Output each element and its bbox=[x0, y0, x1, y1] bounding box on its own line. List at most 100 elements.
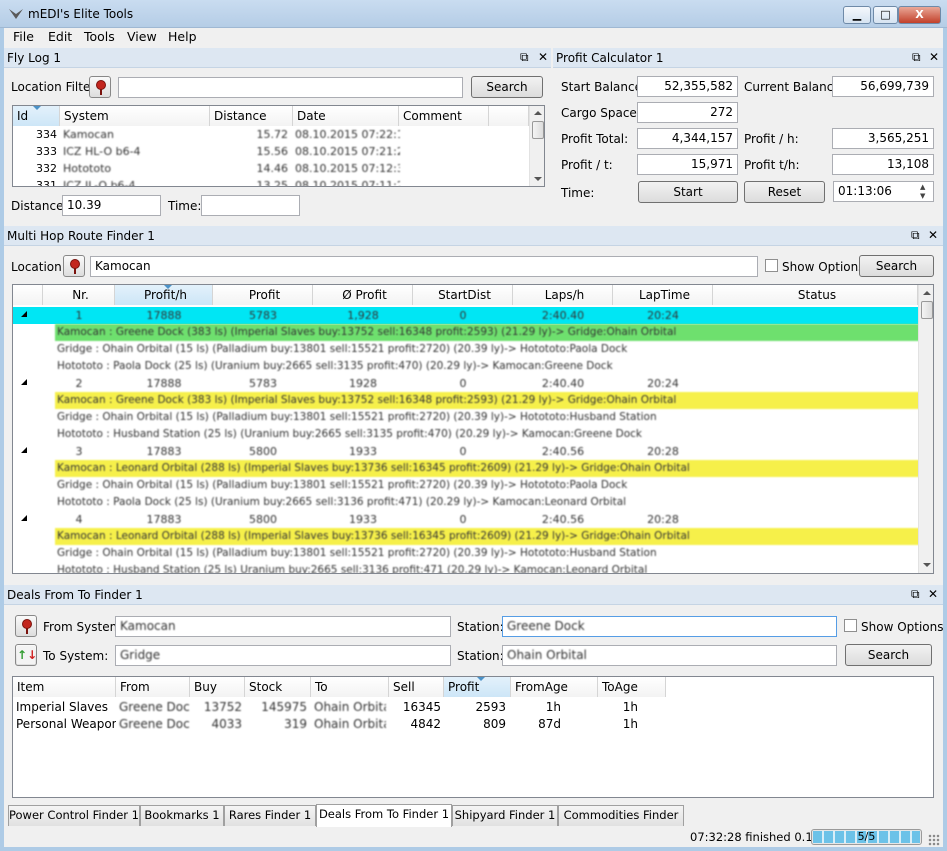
distance-field[interactable]: 10.39 bbox=[62, 195, 161, 216]
minimize-button[interactable]: ▁ bbox=[843, 6, 871, 24]
col-laptime[interactable]: LapTime bbox=[613, 285, 713, 305]
scroll-up-icon[interactable] bbox=[534, 111, 542, 115]
show-options-checkbox[interactable] bbox=[765, 259, 778, 272]
col-profit[interactable]: Profit bbox=[213, 285, 313, 305]
route-row[interactable]: ◢ 4 17883 5800 1933 0 2:40.56 20:28 bbox=[13, 511, 918, 528]
route-location-input[interactable]: Kamocan bbox=[90, 256, 758, 277]
expand-toggle-icon[interactable]: ◢ bbox=[21, 445, 27, 454]
to-station-input[interactable]: Ohain Orbital bbox=[502, 645, 837, 666]
col-status[interactable]: Status bbox=[713, 285, 918, 305]
route-hop-row[interactable]: Gridge : Ohain Orbital (15 ls) (Palladiu… bbox=[55, 477, 919, 494]
menu-tools[interactable]: Tools bbox=[84, 29, 115, 44]
col-nr[interactable]: Nr. bbox=[43, 285, 115, 305]
route-row[interactable]: ◢ 1 17888 5783 1,928 0 2:40.40 20:24 bbox=[13, 307, 918, 324]
timer-spinbox[interactable]: 01:13:06 ▲ ▼ bbox=[833, 181, 934, 202]
spin-down-icon[interactable]: ▼ bbox=[920, 192, 925, 200]
col-avg-profit[interactable]: Ø Profit bbox=[313, 285, 413, 305]
menu-help[interactable]: Help bbox=[168, 29, 197, 44]
deals-show-options-checkbox[interactable] bbox=[844, 619, 857, 632]
expand-toggle-icon[interactable]: ◢ bbox=[21, 513, 27, 522]
col-to[interactable]: To bbox=[311, 677, 389, 697]
tab-bookmarks[interactable]: Bookmarks 1 bbox=[140, 805, 224, 826]
route-hop-row[interactable]: Kamocan : Leonard Orbital (288 ls) (Impe… bbox=[55, 528, 919, 545]
route-hop-row[interactable]: Gridge : Ohain Orbital (15 ls) (Palladiu… bbox=[55, 409, 919, 426]
deals-search-button[interactable]: Search bbox=[845, 644, 932, 666]
start-balance-field[interactable]: 52,355,582 bbox=[637, 76, 738, 97]
from-location-pin-icon[interactable] bbox=[15, 615, 37, 637]
route-hop-row[interactable]: Hotototo : Husband Station (25 ls) (Uran… bbox=[55, 426, 919, 443]
scroll-down-icon[interactable] bbox=[534, 177, 542, 181]
route-row[interactable]: ◢ 2 17888 5783 1928 0 2:40.40 20:24 bbox=[13, 375, 918, 392]
col-laps-h[interactable]: Laps/h bbox=[513, 285, 613, 305]
table-row[interactable]: 333 ICZ HL-O b6-4 15.56 08.10.2015 07:21:24 bbox=[13, 143, 529, 160]
route-hop-row[interactable]: Gridge : Ohain Orbital (15 ls) (Palladiu… bbox=[55, 341, 919, 358]
menu-edit[interactable]: Edit bbox=[48, 29, 72, 44]
spin-up-icon[interactable]: ▲ bbox=[920, 183, 925, 191]
from-station-input[interactable]: Greene Dock bbox=[502, 616, 837, 637]
route-hop-row[interactable]: Kamocan : Greene Dock (383 ls) (Imperial… bbox=[55, 392, 919, 409]
col-id[interactable]: Id bbox=[13, 106, 60, 126]
col-toage[interactable]: ToAge bbox=[598, 677, 666, 697]
tab-commodities-finder[interactable]: Commodities Finder 1 bbox=[558, 805, 684, 841]
flylog-table[interactable]: Id System Distance Date Comment 334 Kamoc… bbox=[12, 105, 545, 187]
menu-file[interactable]: File bbox=[13, 29, 34, 44]
col-buy[interactable]: Buy bbox=[190, 677, 245, 697]
float-icon[interactable]: ⧉ bbox=[911, 229, 920, 241]
expand-toggle-icon[interactable]: ◢ bbox=[21, 309, 27, 318]
to-system-input[interactable]: Gridge bbox=[115, 645, 451, 666]
route-row[interactable]: ◢ 3 17883 5800 1933 0 2:40.56 20:28 bbox=[13, 443, 918, 460]
close-panel-icon[interactable]: ✕ bbox=[929, 51, 939, 63]
col-date[interactable]: Date bbox=[293, 106, 399, 126]
col-fromage[interactable]: FromAge bbox=[511, 677, 598, 697]
col-system[interactable]: System bbox=[60, 106, 210, 126]
tab-rares-finder[interactable]: Rares Finder 1 bbox=[224, 805, 316, 826]
col-stock[interactable]: Stock bbox=[245, 677, 311, 697]
route-hop-row[interactable]: Hotototo : Paola Dock (25 ls) (Uranium b… bbox=[55, 494, 919, 511]
col-distance[interactable]: Distance bbox=[210, 106, 293, 126]
route-hop-row[interactable]: Kamocan : Leonard Orbital (288 ls) (Impe… bbox=[55, 460, 919, 477]
flylog-scrollbar[interactable] bbox=[529, 106, 544, 186]
location-pin-icon[interactable] bbox=[63, 255, 85, 277]
route-scrollbar[interactable] bbox=[918, 285, 933, 573]
location-filter-input[interactable] bbox=[118, 77, 463, 98]
scroll-down-icon[interactable] bbox=[923, 563, 931, 567]
scroll-up-icon[interactable] bbox=[923, 291, 931, 295]
start-button[interactable]: Start bbox=[638, 181, 738, 203]
reset-button[interactable]: Reset bbox=[744, 181, 825, 203]
close-window-button[interactable]: X bbox=[898, 6, 941, 24]
col-profit[interactable]: Profit bbox=[444, 677, 511, 697]
table-row[interactable]: 331 ICZ JL-O b6-4 13.25 08.10.2015 07:11:28 bbox=[13, 177, 529, 186]
resize-grip-icon[interactable] bbox=[928, 834, 940, 846]
current-balance-field[interactable]: 56,699,739 bbox=[832, 76, 934, 97]
float-icon[interactable]: ⧉ bbox=[520, 51, 529, 63]
route-hop-row[interactable]: Hotototo : Paola Dock (25 ls) (Uranium b… bbox=[55, 358, 919, 375]
menu-view[interactable]: View bbox=[127, 29, 157, 44]
col-sell[interactable]: Sell bbox=[389, 677, 444, 697]
table-row[interactable]: 334 Kamocan 15.72 08.10.2015 07:22:19 bbox=[13, 126, 529, 143]
deals-table[interactable]: Item From Buy Stock To Sell Profit FromA… bbox=[12, 676, 934, 798]
close-panel-icon[interactable]: ✕ bbox=[928, 588, 938, 600]
route-hop-row[interactable]: Gridge : Ohain Orbital (15 ls) (Palladiu… bbox=[55, 545, 919, 562]
cargo-space-field[interactable]: 272 bbox=[637, 102, 738, 123]
col-from[interactable]: From bbox=[116, 677, 190, 697]
tab-power-control-finder[interactable]: Power Control Finder 1 bbox=[8, 805, 140, 826]
close-panel-icon[interactable]: ✕ bbox=[928, 229, 938, 241]
float-icon[interactable]: ⧉ bbox=[912, 51, 921, 63]
route-hop-row[interactable]: Kamocan : Greene Dock (383 ls) (Imperial… bbox=[55, 324, 919, 341]
from-system-input[interactable]: Kamocan bbox=[115, 616, 451, 637]
maximize-button[interactable]: □ bbox=[873, 6, 898, 24]
col-profit-h[interactable]: Profit/h bbox=[115, 285, 213, 305]
float-icon[interactable]: ⧉ bbox=[911, 588, 920, 600]
close-panel-icon[interactable]: ✕ bbox=[538, 51, 548, 63]
route-table[interactable]: Nr. Profit/h Profit Ø Profit StartDist L… bbox=[12, 284, 934, 574]
col-item[interactable]: Item bbox=[13, 677, 116, 697]
tab-shipyard-finder[interactable]: Shipyard Finder 1 bbox=[452, 805, 558, 826]
expand-toggle-icon[interactable]: ◢ bbox=[21, 377, 27, 386]
table-row[interactable]: Imperial Slaves Greene Dock 13752 145975 Oha… bbox=[13, 699, 933, 716]
location-pin-icon[interactable] bbox=[89, 76, 111, 98]
table-row[interactable]: Personal Weapons Greene Dock 4033 319 Ohain … bbox=[13, 716, 933, 733]
col-startdist[interactable]: StartDist bbox=[413, 285, 513, 305]
route-search-button[interactable]: Search bbox=[859, 255, 934, 277]
table-row[interactable]: 332 Hotototo 14.46 08.10.2015 07:12:33 bbox=[13, 160, 529, 177]
flylog-search-button[interactable]: Search bbox=[471, 76, 543, 98]
